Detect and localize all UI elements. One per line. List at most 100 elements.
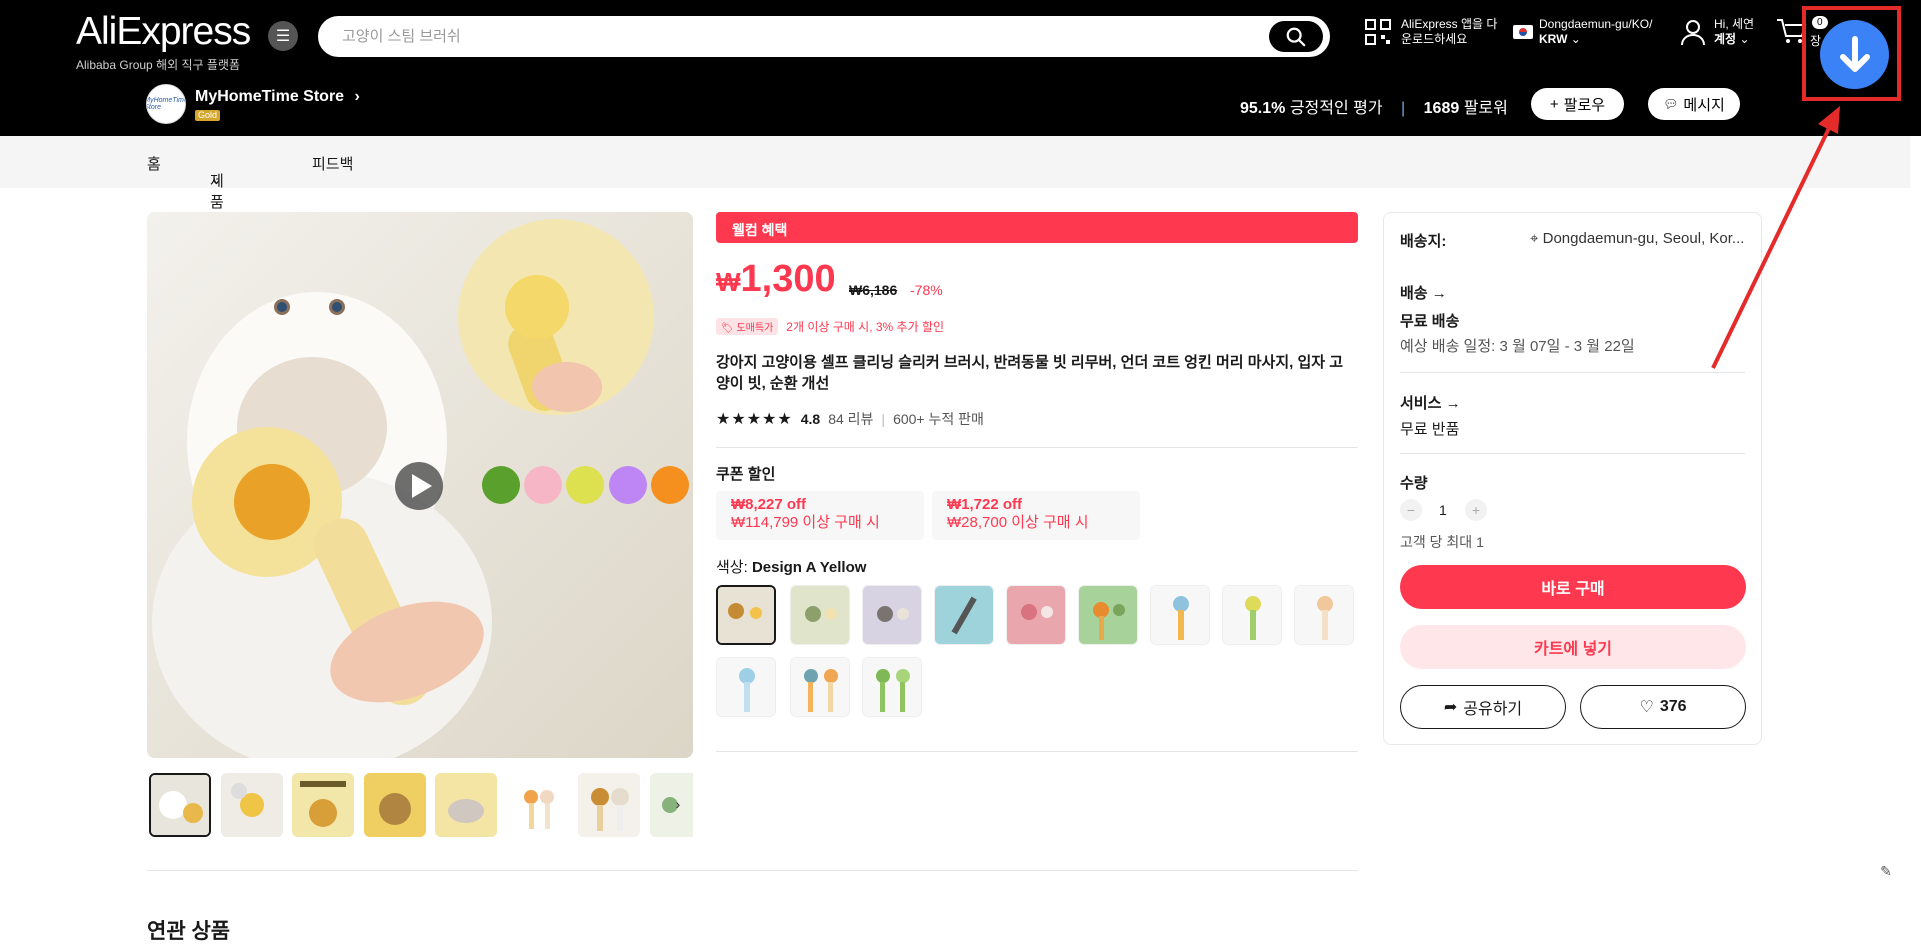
- like-count: 376: [1659, 698, 1687, 715]
- thumbnail-strip: ›: [147, 773, 693, 837]
- chevron-right-icon[interactable]: ›: [667, 793, 689, 815]
- color-swatch[interactable]: [1150, 585, 1210, 645]
- thumbnail-image: [435, 773, 497, 837]
- rating-value: 4.8: [800, 411, 821, 427]
- wishlist-button[interactable]: ♡ 376: [1580, 685, 1746, 729]
- product-main-image[interactable]: [147, 212, 693, 758]
- quantity-decrease-button[interactable]: −: [1400, 499, 1422, 521]
- color-swatch[interactable]: [790, 585, 850, 645]
- korea-flag-icon: [1513, 25, 1533, 39]
- swatch-image: [717, 658, 775, 716]
- color-swatch[interactable]: [862, 585, 922, 645]
- color-label: 색상: Design A Yellow: [716, 556, 866, 577]
- menu-button[interactable]: ☰: [268, 21, 298, 51]
- quantity-value[interactable]: 1: [1439, 502, 1447, 518]
- store-name-link[interactable]: MyHomeTime Store ›: [195, 88, 360, 106]
- positive-rate: 95.1%: [1240, 100, 1286, 117]
- thumbnail[interactable]: [435, 773, 497, 837]
- discount-percent: -78%: [910, 282, 943, 298]
- search-button[interactable]: [1269, 21, 1323, 52]
- coupon-card[interactable]: ₩8,227 off ₩114,799 이상 구매 시: [716, 491, 924, 540]
- plus-icon: +: [1549, 95, 1559, 113]
- thumbnail-image: [364, 773, 426, 837]
- chevron-down-icon: ⌄: [1570, 32, 1581, 46]
- pencil-icon[interactable]: ✎: [1874, 859, 1898, 883]
- swatch-image: [1007, 586, 1065, 644]
- nav-feedback[interactable]: 피드백: [312, 153, 353, 174]
- product-photo: [147, 212, 693, 758]
- minus-icon: −: [1406, 502, 1416, 518]
- arrow-down-icon: [1839, 35, 1870, 72]
- thumbnail[interactable]: [507, 773, 569, 837]
- coupon-card[interactable]: ₩1,722 off ₩28,700 이상 구매 시: [932, 491, 1140, 540]
- message-button[interactable]: 💬︎ 메시지: [1648, 88, 1740, 120]
- divider: [716, 751, 1358, 752]
- color-swatch[interactable]: [1294, 585, 1354, 645]
- service-label: 서비스: [1400, 395, 1442, 412]
- quantity-increase-button[interactable]: +: [1465, 499, 1487, 521]
- color-swatch[interactable]: [790, 657, 850, 717]
- aliexpress-logo[interactable]: AliExpress Alibaba Group 해외 직구 플랫폼: [76, 12, 251, 73]
- color-swatch[interactable]: [1078, 585, 1138, 645]
- thumbnail[interactable]: [292, 773, 354, 837]
- coupon-condition: ₩114,799 이상 구매 시: [731, 514, 880, 531]
- thumbnail[interactable]: [149, 773, 211, 837]
- color-value: Design A Yellow: [751, 559, 867, 576]
- color-swatch[interactable]: [1222, 585, 1282, 645]
- app-line-2: 운로드하세요: [1401, 32, 1468, 46]
- app-download-link[interactable]: AliExpress 앱을 다 운로드하세요: [1365, 17, 1497, 47]
- related-products-heading: 연관 상품: [147, 920, 231, 943]
- original-price: ₩6,186: [849, 282, 898, 298]
- ship-to-selector[interactable]: ⌖ Dongdaemun-gu, Seoul, Kor...: [1530, 230, 1744, 247]
- product-title: 강아지 고양이용 셀프 클리닝 슬리커 브러시, 반려동물 빗 리무버, 언더 …: [716, 354, 1344, 392]
- account-menu[interactable]: Hi, 세연 계정 ⌄: [1680, 17, 1754, 47]
- buy-now-button[interactable]: 바로 구매: [1400, 565, 1746, 609]
- color-swatch[interactable]: [716, 657, 776, 717]
- region-selector[interactable]: Dongdaemun-gu/KO/KRW ⌄: [1513, 17, 1652, 47]
- account-label: 계정: [1714, 32, 1737, 46]
- chevron-right-icon: ›: [354, 88, 360, 105]
- coupon-heading: 쿠폰 할인: [716, 466, 776, 483]
- thumbnail-image: [292, 773, 354, 837]
- free-return: 무료 반품: [1400, 421, 1460, 438]
- currency-symbol: ₩: [716, 267, 741, 297]
- nav-home[interactable]: 홈: [147, 153, 161, 174]
- region-text: Dongdaemun-gu/KO/: [1539, 17, 1653, 31]
- positive-label: 긍정적인 평가: [1289, 100, 1383, 117]
- swatch-image: [1223, 586, 1281, 644]
- store-name: MyHomeTime Store: [195, 88, 345, 105]
- download-button[interactable]: [1820, 20, 1889, 89]
- share-icon: ➦: [1443, 699, 1458, 716]
- thumbnail[interactable]: [221, 773, 283, 837]
- price: ₩1,300: [716, 258, 836, 301]
- price-value: 1,300: [740, 258, 836, 300]
- color-swatch[interactable]: [1006, 585, 1066, 645]
- ship-to-label: 배송지:: [1400, 233, 1447, 250]
- color-swatch[interactable]: [934, 585, 994, 645]
- store-bar: MyHomeTime Store MyHomeTime Store › Gold…: [0, 82, 1921, 136]
- share-button[interactable]: ➦ 공유하기: [1400, 685, 1566, 729]
- store-logo-text: MyHomeTime Store: [146, 97, 186, 111]
- max-per-customer: 고객 당 최대 1: [1400, 534, 1484, 550]
- search-input[interactable]: [342, 18, 1242, 55]
- color-swatch[interactable]: [716, 585, 776, 645]
- account-greeting: Hi, 세연: [1714, 17, 1755, 31]
- thumbnail[interactable]: [578, 773, 640, 837]
- coupon-condition: ₩28,700 이상 구매 시: [947, 514, 1089, 531]
- swatch-image: [1295, 586, 1353, 644]
- logo-subtitle: Alibaba Group 해외 직구 플랫폼: [76, 58, 240, 72]
- shipping-link[interactable]: 배송 →: [1400, 282, 1447, 303]
- thumbnail[interactable]: [364, 773, 426, 837]
- follow-button[interactable]: + 팔로우: [1531, 88, 1624, 120]
- swatch-image: [791, 586, 849, 644]
- promo-tag: 🏷︎ 도매특가: [716, 318, 779, 335]
- color-swatch[interactable]: [862, 657, 922, 717]
- service-link[interactable]: 서비스 →: [1400, 392, 1461, 413]
- add-to-cart-button[interactable]: 카트에 넣기: [1400, 625, 1746, 669]
- store-logo[interactable]: MyHomeTime Store: [146, 84, 186, 124]
- divider: [1400, 453, 1745, 454]
- stats-divider: |: [1401, 100, 1406, 117]
- review-count[interactable]: 84 리뷰: [828, 409, 873, 429]
- chevron-down-icon: ⌄: [1739, 32, 1750, 46]
- star-rating-icon: ★★★★★: [716, 411, 793, 428]
